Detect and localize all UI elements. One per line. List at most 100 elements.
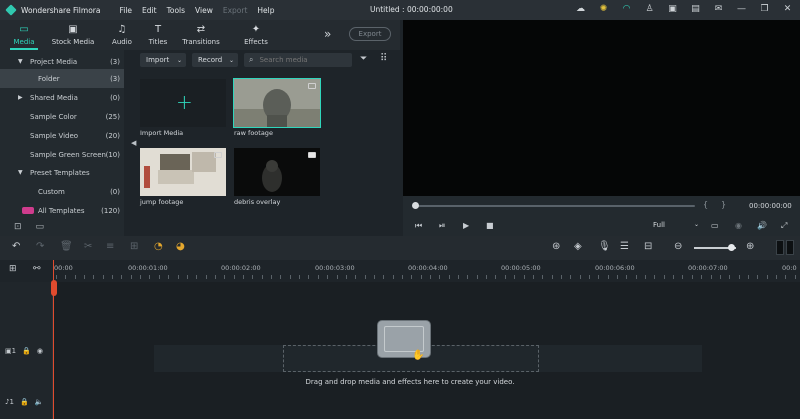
user-icon[interactable]: ♙ [643, 3, 656, 16]
undo-icon[interactable]: ↶ [12, 242, 20, 252]
mail-icon[interactable]: ✉ [712, 3, 725, 16]
menu-tools[interactable]: Tools [162, 6, 190, 15]
timeline-toolbar: ↶ ↷ 🗑 ✂ ≡ ⊞ ◔ ◕ ⊛ ◈ 🎙 ☰ ⊟ ⊖ ⊕ [0, 236, 800, 260]
expand-arrow-icon[interactable]: ▶ [18, 94, 23, 101]
timeline-ruler[interactable]: ⊞ ⚯ 00:00 00:00:01:00 00:00:02:00 00:00:… [0, 260, 800, 282]
stop-icon[interactable]: ■ [486, 221, 494, 230]
menu-view[interactable]: View [190, 6, 218, 15]
quality-dropdown[interactable]: Full ⌄ [653, 221, 699, 229]
redo-icon[interactable]: ↷ [36, 242, 44, 252]
restore-icon[interactable]: ❐ [758, 3, 771, 16]
zoom-out-icon[interactable]: ⊖ [674, 242, 682, 252]
media-item-raw-footage[interactable]: raw footage [233, 78, 321, 137]
minimize-icon[interactable]: — [735, 3, 748, 16]
lock-icon[interactable]: 🔒 [22, 347, 31, 355]
record-dropdown[interactable]: Record ⌄ [192, 53, 238, 67]
filter-icon[interactable]: ⏷ [360, 54, 367, 64]
marker-icon[interactable]: ◈ [574, 242, 582, 252]
tab-transitions[interactable]: ⇄ Transitions [170, 20, 232, 50]
cut-icon[interactable]: ✂ [84, 242, 92, 252]
play-backward-icon[interactable]: ⏯ [439, 221, 445, 231]
cart-icon[interactable]: ▤ [689, 3, 702, 16]
sidebar-item-preset-templates[interactable]: ▼ Preset Templates [0, 163, 124, 182]
mark-in-icon[interactable]: { [703, 200, 708, 209]
expand-arrow-icon[interactable]: ▼ [18, 169, 23, 176]
collapse-sidebar-icon[interactable]: ◀ [131, 139, 136, 147]
import-dropdown[interactable]: Import ⌄ [140, 53, 186, 67]
eye-icon[interactable]: ◉ [37, 347, 43, 355]
microphone-icon[interactable]: 🎙 [598, 242, 611, 252]
volume-icon[interactable]: 🔊 [757, 221, 767, 230]
close-icon[interactable]: ✕ [781, 3, 794, 16]
snapshot-icon[interactable]: ◉ [735, 221, 742, 230]
expand-arrow-icon[interactable]: ▼ [18, 58, 23, 65]
sidebar-item-folder[interactable]: Folder (3) [0, 69, 124, 88]
video-thumbnail[interactable] [234, 148, 320, 196]
tab-media[interactable]: ▭ Media [0, 20, 48, 50]
search-input[interactable] [259, 56, 340, 64]
tab-stock-media[interactable]: ▣ Stock Media [48, 20, 98, 50]
zoom-knob[interactable] [728, 244, 735, 251]
lock-icon[interactable]: 🔒 [20, 398, 29, 406]
tab-titles[interactable]: T Titles [146, 20, 170, 50]
more-tabs-icon[interactable]: » [324, 27, 331, 41]
layout-toggle[interactable] [776, 240, 794, 255]
tab-label: Media [13, 37, 35, 46]
zoom-in-icon[interactable]: ⊕ [746, 242, 754, 252]
media-item-debris-overlay[interactable]: debris overlay [234, 148, 320, 206]
play-icon[interactable]: ▶ [463, 221, 469, 230]
menu-edit[interactable]: Edit [137, 6, 162, 15]
speed-icon[interactable]: ◔ [154, 242, 163, 252]
fullscreen-icon[interactable]: ⤢ [781, 221, 787, 231]
ruler-tick [430, 275, 431, 279]
sidebar-item-sample-color[interactable]: Sample Color (25) [0, 107, 124, 126]
monitor-icon[interactable]: ▭ [711, 221, 719, 230]
save-icon[interactable]: ▣ [666, 3, 679, 16]
media-item-import[interactable]: + Import Media [140, 79, 226, 137]
playhead-handle[interactable] [51, 280, 57, 296]
delete-icon[interactable]: 🗑 [60, 242, 73, 252]
voiceover-list-icon[interactable]: ☰ [620, 242, 629, 252]
mark-out-icon[interactable]: } [721, 200, 726, 209]
link-icon[interactable]: ⚯ [33, 264, 41, 274]
grid-view-icon[interactable]: ⠿ [380, 53, 387, 64]
headset-icon[interactable]: ◠ [620, 3, 633, 16]
sidebar-item-label: Preset Templates [30, 168, 90, 177]
new-folder-icon[interactable]: ⊡ [14, 222, 22, 232]
folder-icon[interactable]: ▭ [36, 222, 45, 232]
media-item-jump-footage[interactable]: jump footage [140, 148, 226, 206]
snapshot-icon[interactable]: ⊟ [644, 242, 652, 252]
sidebar-item-all-templates[interactable]: All Templates (120) [0, 201, 124, 220]
preview-scrubber[interactable] [412, 202, 695, 209]
menu-help[interactable]: Help [252, 6, 279, 15]
tab-effects[interactable]: ✦ Effects [232, 20, 280, 50]
video-thumbnail[interactable] [140, 148, 226, 196]
ruler-tick [196, 275, 197, 279]
color-icon[interactable]: ◕ [176, 242, 185, 252]
ruler-tick [93, 275, 94, 279]
render-icon[interactable]: ⊛ [552, 242, 560, 252]
export-button[interactable]: Export [349, 27, 391, 41]
audio-mix-icon[interactable]: ⊞ [130, 242, 138, 252]
import-thumbnail[interactable]: + [140, 79, 226, 127]
menu-export[interactable]: Export [218, 6, 253, 15]
sidebar-item-custom[interactable]: Custom (0) [0, 182, 124, 201]
video-thumbnail[interactable] [233, 78, 321, 128]
zoom-slider[interactable] [694, 244, 736, 251]
ruler-tick [542, 275, 543, 279]
menu-file[interactable]: File [114, 6, 137, 15]
sidebar-item-sample-video[interactable]: Sample Video (20) [0, 126, 124, 145]
bulb-icon[interactable]: ✺ [597, 3, 610, 16]
cloud-icon[interactable]: ☁ [574, 3, 587, 16]
scrubber-knob[interactable] [412, 202, 419, 209]
search-box[interactable]: ⌕ [244, 53, 352, 67]
sidebar-item-shared-media[interactable]: ▶ Shared Media (0) [0, 88, 124, 107]
tab-audio[interactable]: ♫ Audio [98, 20, 146, 50]
add-track-icon[interactable]: ⊞ [9, 264, 17, 274]
step-back-icon[interactable]: ⏮ [415, 221, 422, 231]
speaker-icon[interactable]: 🔈 [35, 398, 44, 406]
sidebar-item-sample-green-screen[interactable]: Sample Green Screen (10) [0, 145, 124, 164]
preview-window[interactable] [403, 20, 800, 196]
media-caption: Import Media [140, 129, 184, 137]
adjust-icon[interactable]: ≡ [106, 242, 114, 252]
